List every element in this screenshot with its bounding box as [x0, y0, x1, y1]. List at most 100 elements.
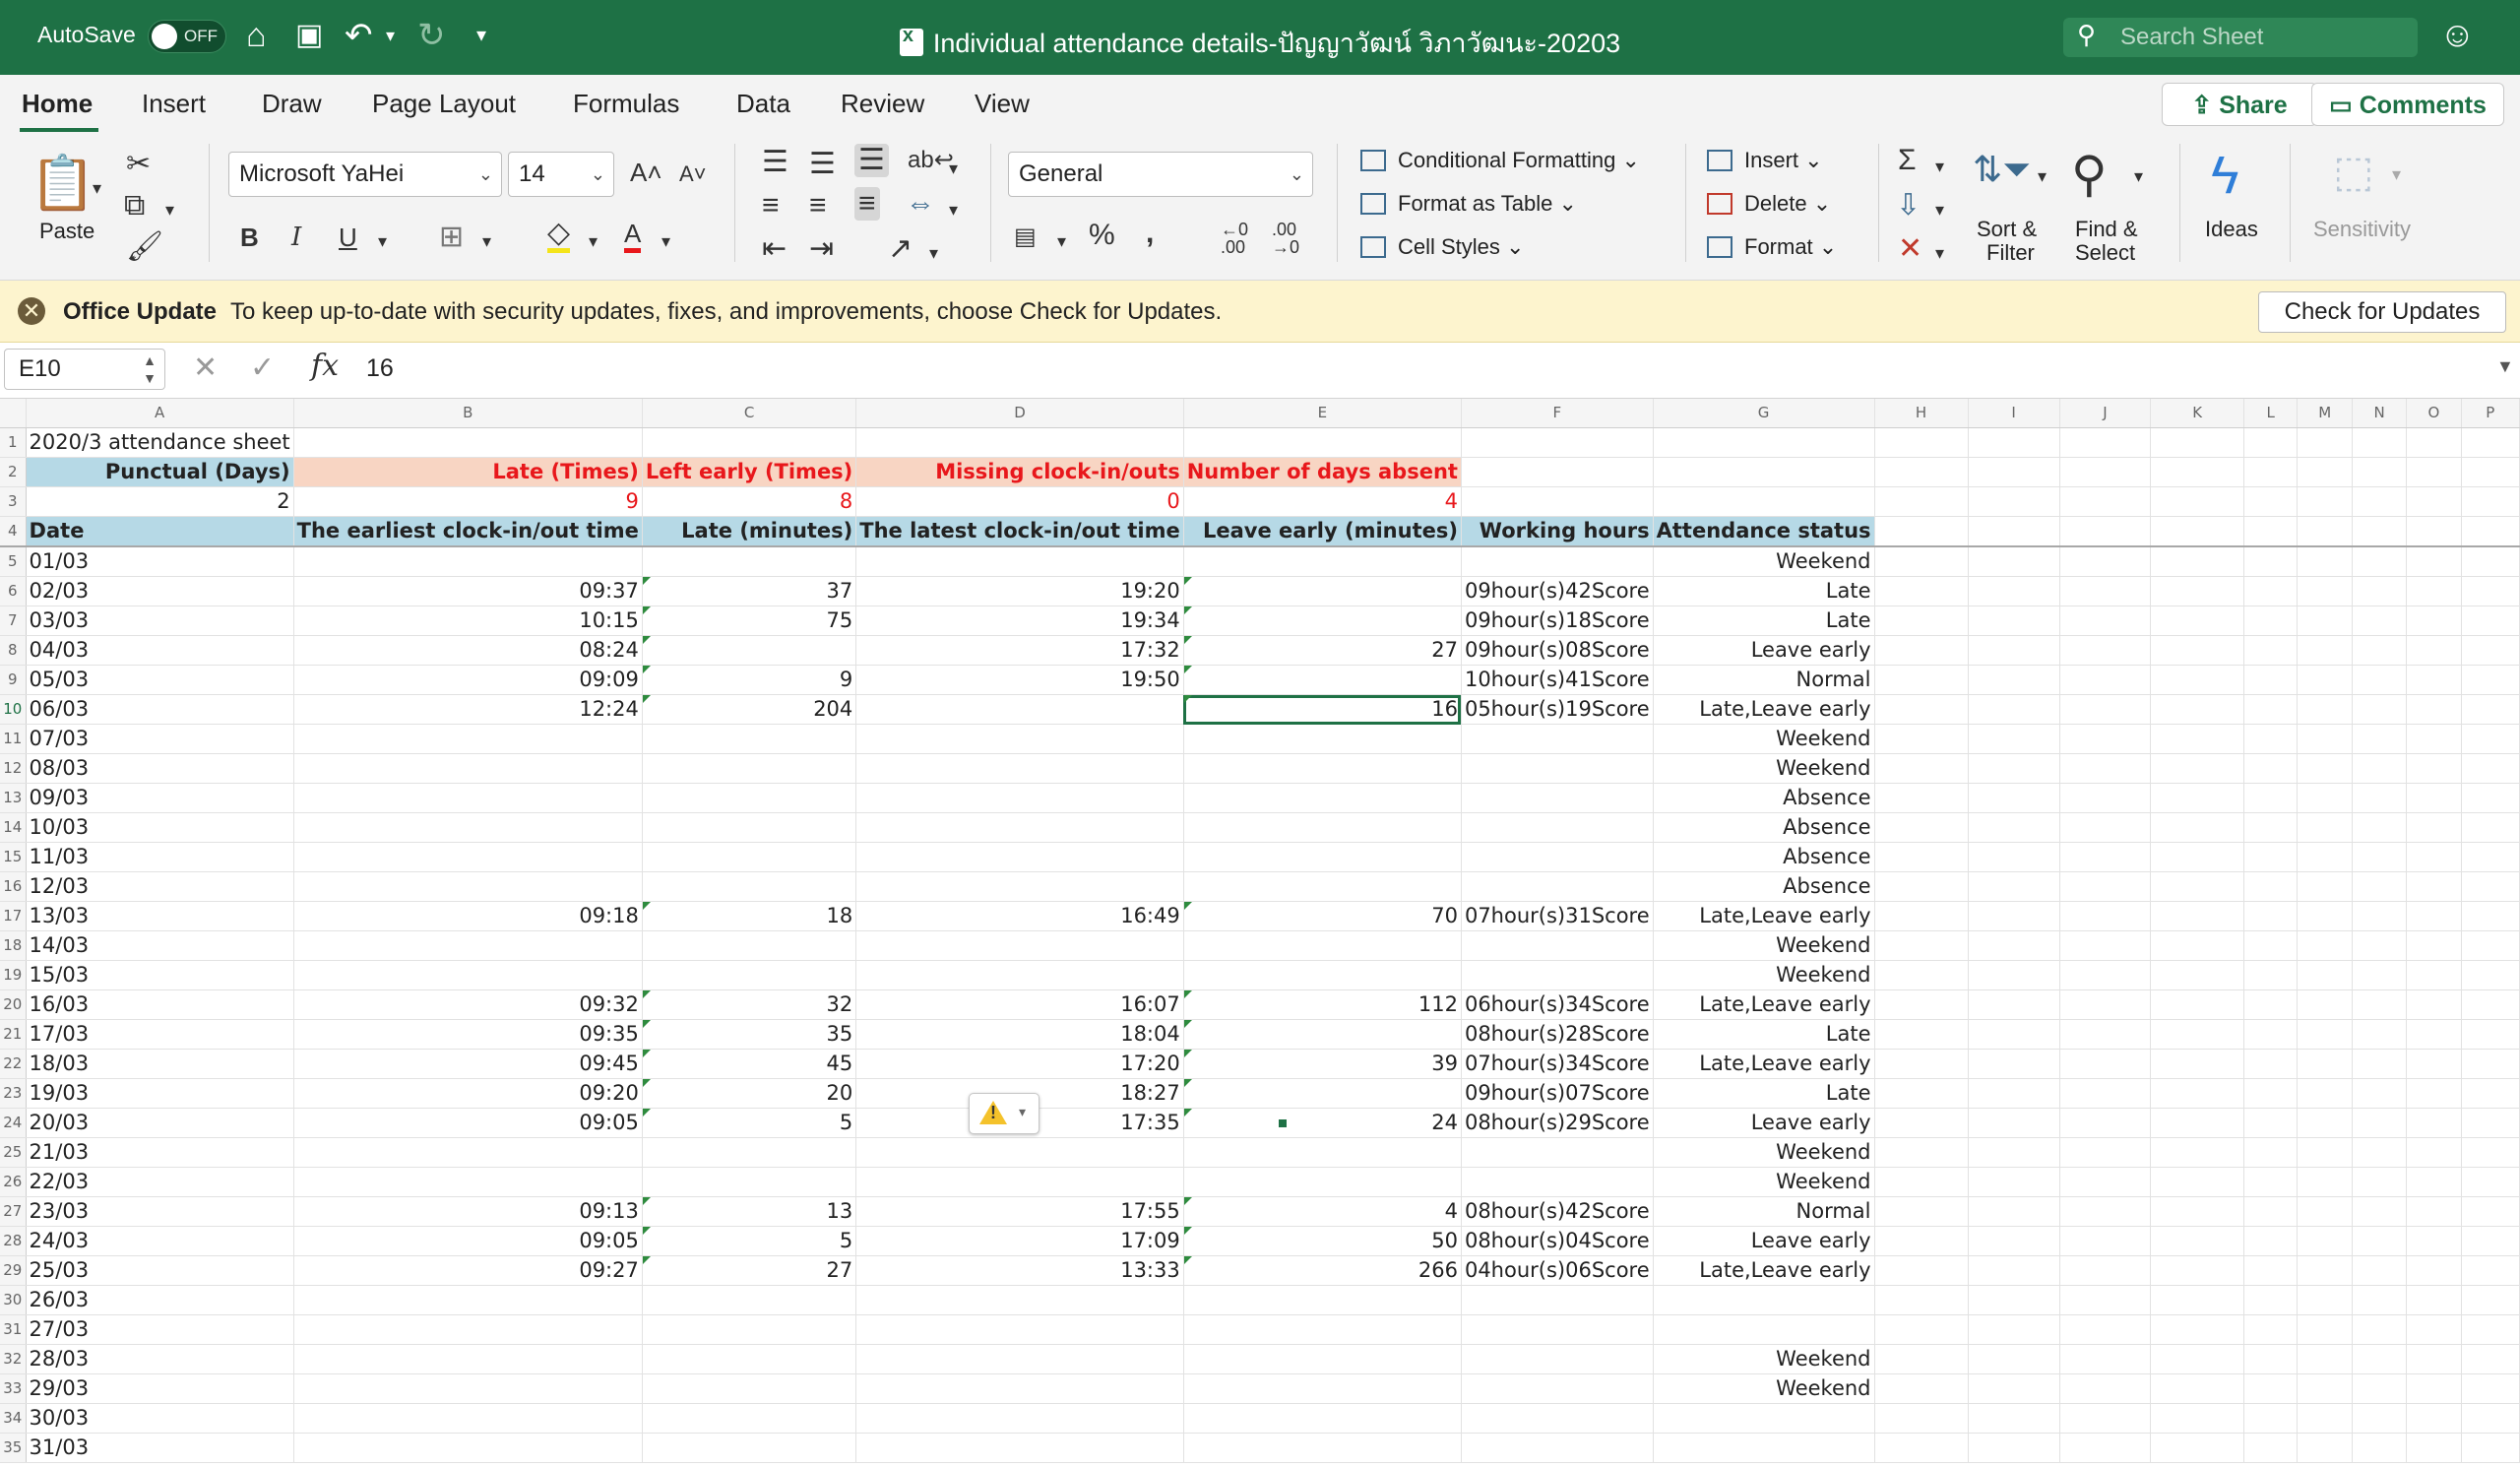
- align-left-icon[interactable]: ≡: [762, 189, 780, 223]
- expand-formula-bar-icon[interactable]: ▼: [2496, 356, 2514, 377]
- data-cell[interactable]: [1183, 1344, 1462, 1374]
- empty-cell[interactable]: [2406, 871, 2462, 902]
- empty-cell[interactable]: [2352, 516, 2408, 547]
- row-header[interactable]: 23: [0, 1078, 27, 1109]
- data-cell[interactable]: 266: [1183, 1255, 1462, 1286]
- empty-cell[interactable]: [1874, 1285, 1969, 1315]
- empty-cell[interactable]: [2297, 753, 2354, 784]
- data-cell[interactable]: 05/03: [26, 665, 294, 695]
- data-cell[interactable]: [1183, 1403, 1462, 1434]
- data-cell[interactable]: 28/03: [26, 1344, 294, 1374]
- empty-cell[interactable]: [2461, 1373, 2520, 1404]
- row-header[interactable]: 10: [0, 694, 27, 725]
- empty-cell[interactable]: [2150, 1344, 2245, 1374]
- data-cell[interactable]: [642, 1433, 857, 1463]
- data-cell[interactable]: [855, 1314, 1184, 1345]
- data-cell[interactable]: [293, 1344, 643, 1374]
- data-cell[interactable]: [1461, 1167, 1654, 1197]
- column-header-b[interactable]: B: [293, 399, 643, 428]
- empty-cell[interactable]: [2243, 1255, 2299, 1286]
- empty-cell[interactable]: [1874, 665, 1969, 695]
- empty-cell[interactable]: [2297, 989, 2354, 1020]
- font-size-dropdown[interactable]: 14 ⌄: [508, 152, 614, 197]
- empty-cell[interactable]: [2150, 1226, 2245, 1256]
- empty-cell[interactable]: [2406, 1433, 2462, 1463]
- summary-header[interactable]: Number of days absent: [1183, 457, 1462, 487]
- clear-dropdown-icon[interactable]: ▾: [1935, 236, 1944, 270]
- empty-cell[interactable]: [2150, 901, 2245, 931]
- tab-home[interactable]: Home: [22, 89, 93, 119]
- delete-cells-button[interactable]: Delete ⌄: [1707, 191, 1831, 217]
- data-cell[interactable]: [1461, 1373, 1654, 1404]
- empty-cell[interactable]: [2352, 1137, 2408, 1168]
- empty-cell[interactable]: [2059, 1226, 2152, 1256]
- data-cell[interactable]: 26/03: [26, 1285, 294, 1315]
- wrap-text-icon[interactable]: ab↩: [908, 144, 954, 177]
- empty-cell[interactable]: [2352, 1019, 2408, 1050]
- table-header[interactable]: The earliest clock-in/out time: [293, 516, 643, 547]
- align-center-icon[interactable]: ≡: [809, 189, 827, 223]
- data-cell[interactable]: [1461, 1403, 1654, 1434]
- empty-cell[interactable]: [2461, 576, 2520, 606]
- empty-cell[interactable]: [2243, 486, 2299, 517]
- merge-dropdown-icon[interactable]: ▾: [949, 193, 958, 226]
- data-cell[interactable]: 08hour(s)42Score: [1461, 1196, 1654, 1227]
- data-cell[interactable]: [293, 783, 643, 813]
- data-cell[interactable]: [855, 1137, 1184, 1168]
- row-header[interactable]: 29: [0, 1255, 27, 1286]
- empty-cell[interactable]: [2243, 871, 2299, 902]
- empty-cell[interactable]: [2352, 1226, 2408, 1256]
- row-header[interactable]: 28: [0, 1226, 27, 1256]
- data-cell[interactable]: [1461, 1285, 1654, 1315]
- empty-cell[interactable]: [2297, 1049, 2354, 1079]
- empty-cell[interactable]: [2059, 1167, 2152, 1197]
- percent-style-icon[interactable]: %: [1089, 219, 1115, 252]
- empty-cell[interactable]: [2352, 1285, 2408, 1315]
- column-header-g[interactable]: G: [1653, 399, 1875, 428]
- summary-header[interactable]: Late (Times): [293, 457, 643, 487]
- row-header[interactable]: 1: [0, 427, 27, 458]
- empty-cell[interactable]: [1968, 516, 2060, 547]
- data-cell[interactable]: [1183, 1433, 1462, 1463]
- empty-cell[interactable]: [2243, 1285, 2299, 1315]
- empty-cell[interactable]: [2461, 1019, 2520, 1050]
- empty-cell[interactable]: [2352, 783, 2408, 813]
- data-cell[interactable]: Leave early: [1653, 635, 1875, 666]
- data-cell[interactable]: 17:09: [855, 1226, 1184, 1256]
- fill-color-dropdown-icon[interactable]: ▾: [589, 224, 598, 258]
- align-middle-icon[interactable]: ☰: [809, 148, 836, 181]
- empty-cell[interactable]: [2297, 427, 2354, 458]
- empty-cell[interactable]: [1874, 1137, 1969, 1168]
- data-cell[interactable]: 32: [642, 989, 857, 1020]
- empty-cell[interactable]: [1653, 427, 1875, 458]
- data-cell[interactable]: 5: [642, 1108, 857, 1138]
- data-cell[interactable]: 09:05: [293, 1108, 643, 1138]
- empty-cell[interactable]: [1874, 606, 1969, 636]
- data-cell[interactable]: [642, 1403, 857, 1434]
- data-cell[interactable]: [293, 1167, 643, 1197]
- data-cell[interactable]: [1461, 1433, 1654, 1463]
- data-cell[interactable]: 25/03: [26, 1255, 294, 1286]
- data-cell[interactable]: [1461, 871, 1654, 902]
- empty-cell[interactable]: [2352, 1167, 2408, 1197]
- empty-cell[interactable]: [2243, 960, 2299, 990]
- data-cell[interactable]: 09:37: [293, 576, 643, 606]
- data-cell[interactable]: 204: [642, 694, 857, 725]
- empty-cell[interactable]: [2243, 1403, 2299, 1434]
- search-input[interactable]: [2118, 22, 2408, 53]
- empty-cell[interactable]: [2406, 1373, 2462, 1404]
- ideas-lightning-icon[interactable]: ϟ: [2211, 146, 2239, 205]
- summary-header[interactable]: Missing clock-in/outs: [855, 457, 1184, 487]
- empty-cell[interactable]: [2406, 427, 2462, 458]
- data-cell[interactable]: 19/03: [26, 1078, 294, 1109]
- column-header-e[interactable]: E: [1183, 399, 1462, 428]
- data-cell[interactable]: 50: [1183, 1226, 1462, 1256]
- empty-cell[interactable]: [2352, 901, 2408, 931]
- row-header[interactable]: 25: [0, 1137, 27, 1168]
- data-cell[interactable]: [1183, 960, 1462, 990]
- empty-cell[interactable]: [2243, 724, 2299, 754]
- data-cell[interactable]: [642, 546, 857, 577]
- empty-cell[interactable]: [2461, 427, 2520, 458]
- empty-cell[interactable]: [2150, 871, 2245, 902]
- empty-cell[interactable]: [1968, 546, 2060, 577]
